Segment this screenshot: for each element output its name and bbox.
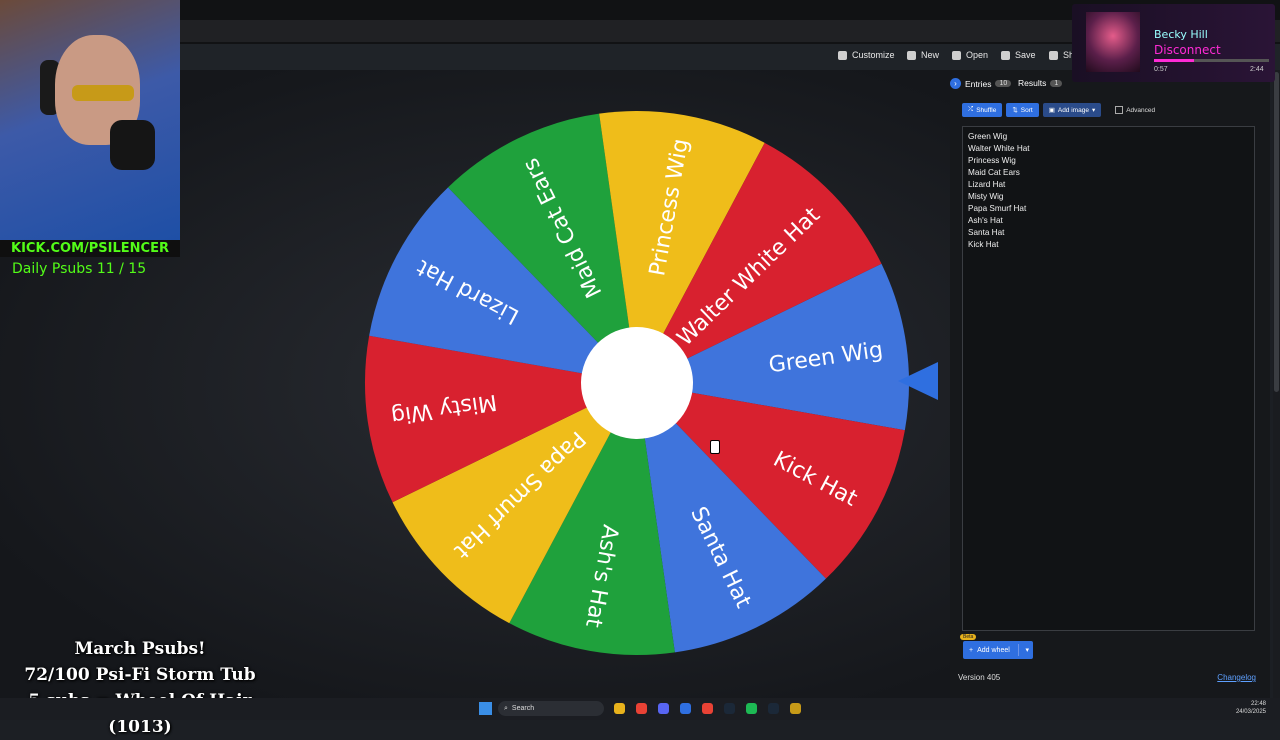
chevron-right-icon: › xyxy=(950,78,961,89)
entry-line: Walter White Hat xyxy=(968,144,1030,153)
duration-time: 2:44 xyxy=(1250,66,1264,73)
entry-line: Princess Wig xyxy=(968,156,1016,165)
sort-button[interactable]: ⇅ Sort xyxy=(1006,103,1039,117)
entry-line: Green Wig xyxy=(968,132,1008,141)
chevron-down-icon[interactable]: ▾ xyxy=(1025,646,1029,654)
palette-icon xyxy=(838,50,847,60)
elapsed-time: 0:57 xyxy=(1154,66,1168,73)
entry-line: Misty Wig xyxy=(968,192,1004,201)
changelog-link[interactable]: Changelog xyxy=(1217,673,1256,682)
tab-entries[interactable]: › Entries 10 xyxy=(950,78,1012,89)
shuffle-button[interactable]: ⤮ Shuffle xyxy=(962,103,1003,117)
results-count-badge: 1 xyxy=(1050,79,1063,87)
beta-badge: Beta xyxy=(960,634,977,640)
steam-icon[interactable] xyxy=(768,703,779,714)
march-psubs-overlay: March Psubs! 72/100 Psi-Fi Storm Tub 5 s… xyxy=(0,636,280,740)
glasses-shape xyxy=(72,85,134,101)
microphone-shape xyxy=(110,120,155,170)
new-button[interactable]: New xyxy=(907,50,939,60)
app-icon[interactable] xyxy=(702,703,713,714)
entries-panel: › Entries 10 Results 1 ⤮ Shuffle ⇅ Sort ▣ A… xyxy=(950,70,1270,700)
file-icon xyxy=(907,50,916,60)
add-wheel-button[interactable]: Beta + Add wheel ▾ xyxy=(960,634,1033,659)
tab-results[interactable]: Results 1 xyxy=(1018,78,1063,88)
entry-line: Papa Smurf Hat xyxy=(968,204,1027,213)
entry-line: Kick Hat xyxy=(968,240,999,249)
advanced-checkbox[interactable]: Advanced xyxy=(1115,106,1155,114)
webcam-overlay xyxy=(0,0,180,240)
app-icon[interactable] xyxy=(790,703,801,714)
song-progress-bar xyxy=(1154,59,1269,62)
plus-icon: + xyxy=(969,646,974,654)
customize-button[interactable]: Customize xyxy=(838,50,895,60)
windows-start-icon[interactable] xyxy=(479,702,492,715)
entry-line: Santa Hat xyxy=(968,228,1005,237)
song-title: Disconnect xyxy=(1154,43,1221,57)
mouse-cursor-icon xyxy=(710,440,720,454)
wheel-center-hub[interactable] xyxy=(581,327,693,439)
file-explorer-icon[interactable] xyxy=(614,703,625,714)
share-icon xyxy=(1049,50,1058,60)
windows-taskbar: ⌕ Search 22:48 24/03/2025 xyxy=(0,698,1280,720)
entry-line: Maid Cat Ears xyxy=(968,168,1020,177)
scrollbar-thumb[interactable] xyxy=(1274,72,1279,392)
entries-textarea[interactable]: Green Wig Walter White Hat Princess Wig Mai… xyxy=(962,126,1255,631)
folder-icon xyxy=(952,50,961,60)
march-line: 72/100 Psi-Fi Storm Tub xyxy=(24,665,256,685)
spin-wheel[interactable]: Green WigKick HatSanta HatAsh's HatPapa … xyxy=(362,105,912,660)
chrome-icon[interactable] xyxy=(636,703,647,714)
chevron-down-icon: ▾ xyxy=(1091,107,1096,114)
daily-psubs-label: Daily Psubs 11 / 15 xyxy=(12,261,147,277)
entry-line: Lizard Hat xyxy=(968,180,1006,189)
entries-toolbar: ⤮ Shuffle ⇅ Sort ▣ Add image ▾ Advanced xyxy=(962,103,1155,117)
taskbar-search[interactable]: ⌕ Search xyxy=(498,701,604,716)
wheel-pointer-icon xyxy=(898,362,938,400)
album-art xyxy=(1086,12,1140,72)
page-scrollbar[interactable] xyxy=(1273,70,1280,700)
image-icon: ▣ xyxy=(1048,107,1055,114)
entries-count-badge: 10 xyxy=(995,80,1012,87)
divider xyxy=(1018,644,1019,656)
sort-icon: ⇅ xyxy=(1012,107,1018,114)
version-label: Version 405 xyxy=(958,673,1001,682)
discord-icon[interactable] xyxy=(658,703,669,714)
march-line: March Psubs! xyxy=(74,639,206,659)
checkbox-icon xyxy=(1115,106,1124,114)
artist-name: Becky Hill xyxy=(1154,28,1208,41)
app-icon[interactable] xyxy=(680,703,691,714)
spotify-icon[interactable] xyxy=(746,703,757,714)
save-button[interactable]: Save xyxy=(1001,50,1036,60)
save-icon xyxy=(1001,50,1010,60)
entry-line: Ash's Hat xyxy=(968,216,1003,225)
now-playing-widget: Becky Hill Disconnect 0:57 2:44 xyxy=(1072,4,1275,82)
shuffle-icon: ⤮ xyxy=(968,106,974,113)
song-progress-fill xyxy=(1154,59,1195,62)
taskbar-clock[interactable]: 22:48 24/03/2025 xyxy=(1236,700,1266,716)
open-button[interactable]: Open xyxy=(952,50,988,60)
steam-icon[interactable] xyxy=(724,703,735,714)
search-icon: ⌕ xyxy=(504,704,508,712)
kick-url-banner: KICK.COM/PSILENCER xyxy=(0,240,180,257)
add-image-button[interactable]: ▣ Add image ▾ xyxy=(1042,103,1102,117)
